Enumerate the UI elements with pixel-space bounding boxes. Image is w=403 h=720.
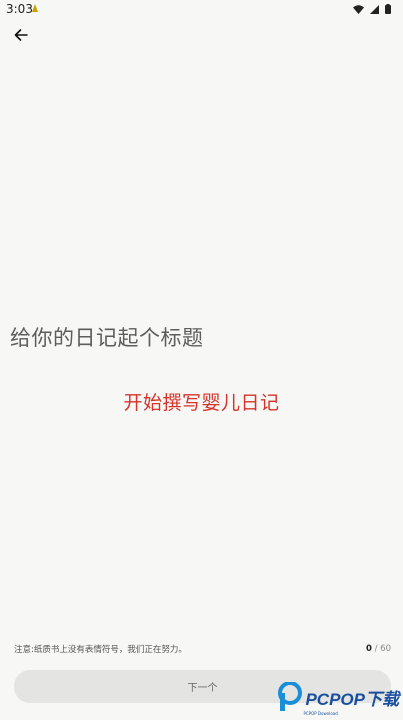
watermark-subtext: PCPOP Download [303,711,338,716]
watermark-text: PCPOP下载 [305,689,399,709]
status-time: 3:03 [6,2,33,16]
pcpop-logo-icon [277,681,303,716]
back-button[interactable] [10,26,32,44]
battery-icon [385,3,391,17]
counter-max: 60 [380,644,391,654]
emoji-notice: 注意:纸质书上没有表情符号，我们正在努力。 [14,645,187,655]
status-icons [353,3,391,17]
title-input-placeholder[interactable]: 给你的日记起个标题 [10,322,204,352]
wifi-icon [353,3,364,17]
notification-icon [30,2,40,14]
pcpop-watermark: PCPOP下载 PCPOP Download [277,681,399,716]
overlay-caption: 开始撰写婴儿日记 [123,392,280,414]
counter-separator: / [371,644,381,654]
character-counter: 0 / 60 [366,644,391,654]
arrow-left-icon [14,26,28,45]
app-screen: 3:03 给你的日记起个标题 开始撰写婴儿日记 注意:纸质书上没有表情符号，我们… [0,0,403,720]
signal-icon [370,3,379,17]
status-bar: 3:03 [0,0,403,18]
